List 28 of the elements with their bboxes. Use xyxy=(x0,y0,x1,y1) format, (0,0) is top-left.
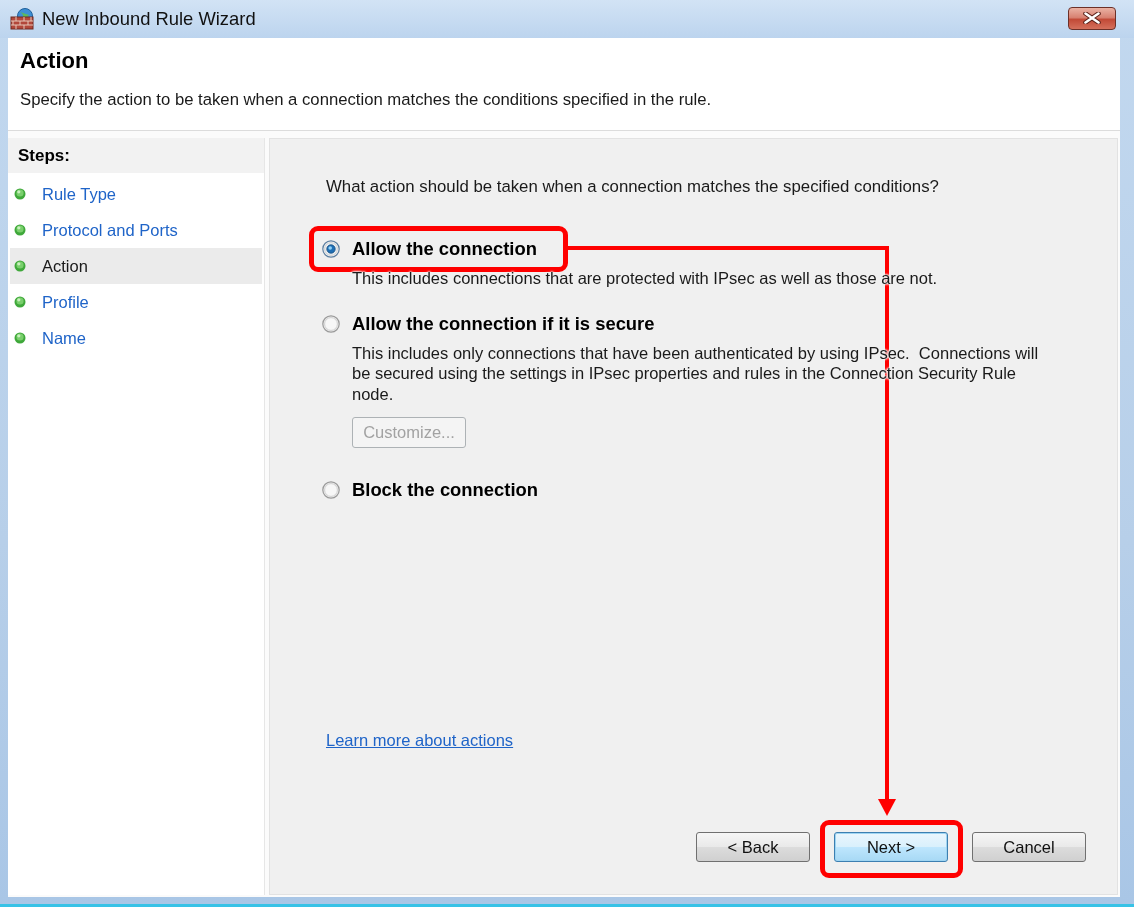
status-dot-icon xyxy=(14,224,26,236)
question-text: What action should be taken when a connection matches the specified conditions? xyxy=(326,177,939,197)
cancel-button[interactable]: Cancel xyxy=(972,832,1086,862)
page-title: Action xyxy=(20,48,90,74)
brick-wall-icon xyxy=(10,8,34,30)
radio-label[interactable]: Allow the connection if it is secure xyxy=(352,312,655,335)
close-button[interactable] xyxy=(1068,6,1116,30)
close-icon xyxy=(1083,12,1101,24)
status-dot-icon xyxy=(14,296,26,308)
step-item[interactable]: Protocol and Ports xyxy=(10,212,262,248)
step-item[interactable]: Action xyxy=(10,248,262,284)
status-dot-icon xyxy=(14,260,26,272)
radio-button[interactable] xyxy=(322,314,340,333)
radio-button[interactable] xyxy=(322,481,340,499)
status-dot-icon xyxy=(14,332,26,344)
step-item[interactable]: Name xyxy=(10,320,262,356)
steps-heading: Steps: xyxy=(8,138,264,173)
step-item[interactable]: Rule Type xyxy=(10,176,262,212)
step-item[interactable]: Profile xyxy=(10,284,262,320)
radio-button[interactable] xyxy=(322,240,340,258)
radio-label[interactable]: Block the connection xyxy=(352,479,538,501)
back-button[interactable]: < Back xyxy=(696,832,810,862)
window-title: New Inbound Rule Wizard xyxy=(42,8,256,30)
page-description: Specify the action to be taken when a connection matches the conditions specified in the rule. xyxy=(20,90,713,110)
status-dot-icon xyxy=(14,188,26,200)
radio-label[interactable]: Allow the connection xyxy=(352,238,537,260)
next-button[interactable]: Next > xyxy=(834,832,948,862)
learn-more-link[interactable]: Learn more about actions xyxy=(326,730,514,750)
